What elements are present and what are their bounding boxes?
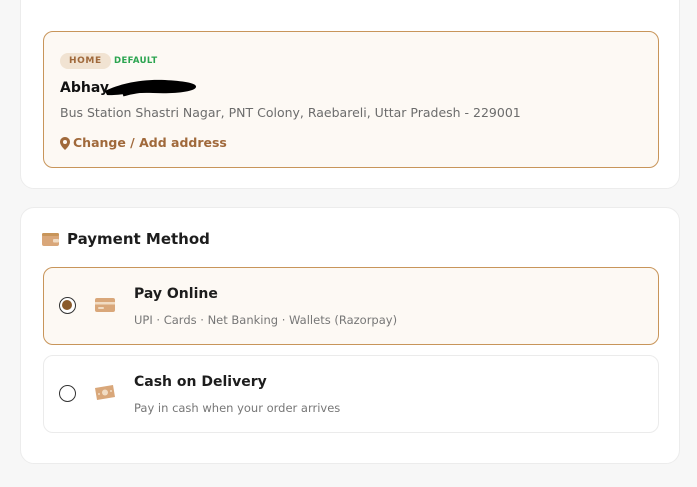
- address-name: Abhay: [60, 80, 109, 96]
- payment-card: Payment Method Pay Online UPI · Cards · …: [20, 207, 680, 464]
- map-pin-icon: [60, 136, 70, 150]
- change-address-label: Change / Add address: [73, 135, 227, 150]
- pay-online-subtitle: UPI · Cards · Net Banking · Wallets (Raz…: [134, 313, 398, 327]
- cod-title: Cash on Delivery: [134, 374, 267, 390]
- redaction-scribble: [105, 79, 197, 97]
- default-badge: DEFAULT: [114, 56, 158, 66]
- checkout-page: HOME DEFAULT Abhay Bus Station Shastri N…: [0, 0, 697, 487]
- address-line: Bus Station Shastri Nagar, PNT Colony, R…: [60, 105, 521, 120]
- payment-option-cod[interactable]: Cash on Delivery Pay in cash when your o…: [43, 355, 659, 433]
- selected-address[interactable]: HOME DEFAULT Abhay Bus Station Shastri N…: [43, 31, 659, 168]
- credit-card-icon: [95, 298, 115, 312]
- radio-pay-online[interactable]: [59, 297, 76, 314]
- payment-title: Payment Method: [67, 230, 210, 248]
- home-badge: HOME: [60, 53, 111, 69]
- cash-icon: [95, 385, 115, 400]
- address-card: HOME DEFAULT Abhay Bus Station Shastri N…: [20, 0, 680, 189]
- cod-subtitle: Pay in cash when your order arrives: [134, 401, 341, 415]
- payment-section-title: Payment Method: [42, 230, 210, 248]
- radio-cash-on-delivery[interactable]: [59, 385, 76, 402]
- pay-online-title: Pay Online: [134, 286, 218, 302]
- payment-option-online[interactable]: Pay Online UPI · Cards · Net Banking · W…: [43, 267, 659, 345]
- wallet-icon: [42, 233, 59, 246]
- change-address-link[interactable]: Change / Add address: [60, 134, 227, 152]
